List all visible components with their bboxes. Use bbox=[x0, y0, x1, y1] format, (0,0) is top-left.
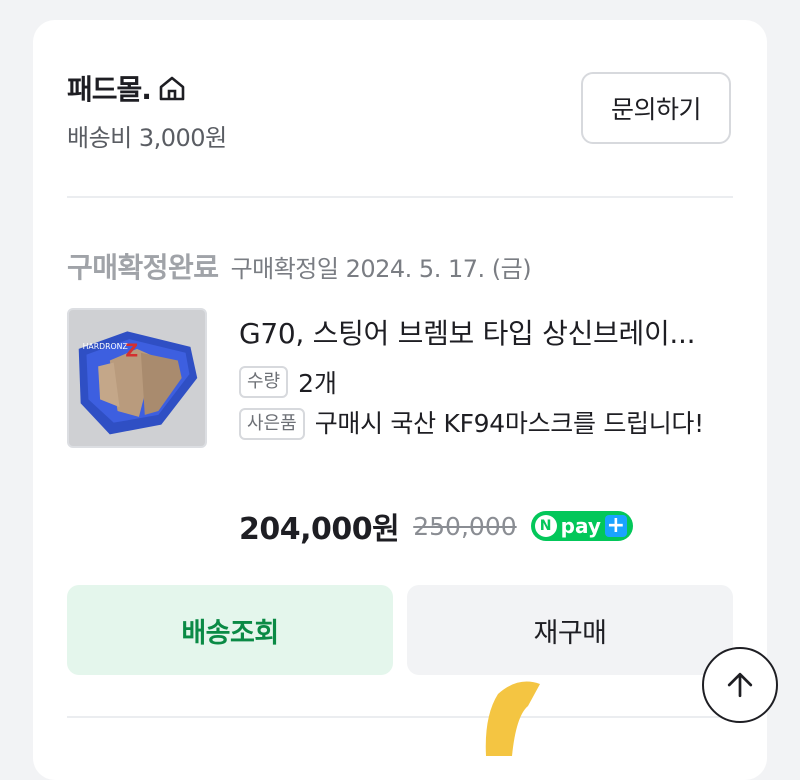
quantity-row: 수량 2개 bbox=[239, 364, 337, 400]
gift-text: 구매시 국산 KF94마스크를 드립니다! bbox=[314, 409, 704, 438]
svg-text:HARDRONZ: HARDRONZ bbox=[83, 342, 128, 351]
order-status: 구매확정완료 bbox=[67, 251, 219, 284]
gift-row: 사은품 구매시 국산 KF94마스크를 드립니다! bbox=[239, 408, 709, 442]
naver-n-icon: N bbox=[534, 515, 557, 537]
quantity-value: 2개 bbox=[298, 369, 338, 398]
product-title[interactable]: G70, 스팅어 브렘보 타입 상신브레이... bbox=[239, 312, 729, 352]
plus-icon: + bbox=[604, 513, 627, 538]
divider bbox=[67, 716, 733, 718]
track-delivery-button[interactable]: 배송조회 bbox=[67, 585, 393, 675]
divider bbox=[67, 196, 733, 198]
order-status-row: 구매확정완료 구매확정일 2024. 5. 17. (금) bbox=[67, 246, 532, 286]
original-price: 250,000 bbox=[413, 511, 517, 541]
sale-price: 204,000원 bbox=[239, 512, 400, 547]
npay-label: pay bbox=[560, 514, 601, 538]
confirm-date: 구매확정일 2024. 5. 17. (금) bbox=[230, 255, 532, 283]
quantity-tag: 수량 bbox=[239, 366, 289, 398]
arrow-up-icon bbox=[727, 672, 753, 698]
inquiry-button[interactable]: 문의하기 bbox=[581, 72, 731, 144]
gift-tag: 사은품 bbox=[239, 408, 305, 440]
store-name[interactable]: 패드몰. bbox=[67, 68, 152, 108]
home-icon[interactable] bbox=[157, 73, 187, 103]
npay-badge: N pay + bbox=[530, 511, 633, 541]
store-header[interactable]: 패드몰. bbox=[67, 68, 187, 108]
shipping-fee: 배송비 3,000원 bbox=[67, 124, 227, 152]
rebuy-button[interactable]: 재구매 bbox=[407, 585, 733, 675]
yellow-stroke-mark bbox=[478, 676, 548, 756]
product-thumbnail[interactable]: HARDRONZ Z bbox=[67, 308, 207, 448]
order-card: 패드몰. 배송비 3,000원 문의하기 구매확정완료 구매확정일 2024. … bbox=[33, 20, 767, 780]
price-row: 204,000원 250,000 N pay + bbox=[239, 504, 633, 548]
scroll-to-top-button[interactable] bbox=[702, 647, 778, 723]
svg-text:Z: Z bbox=[125, 342, 138, 362]
